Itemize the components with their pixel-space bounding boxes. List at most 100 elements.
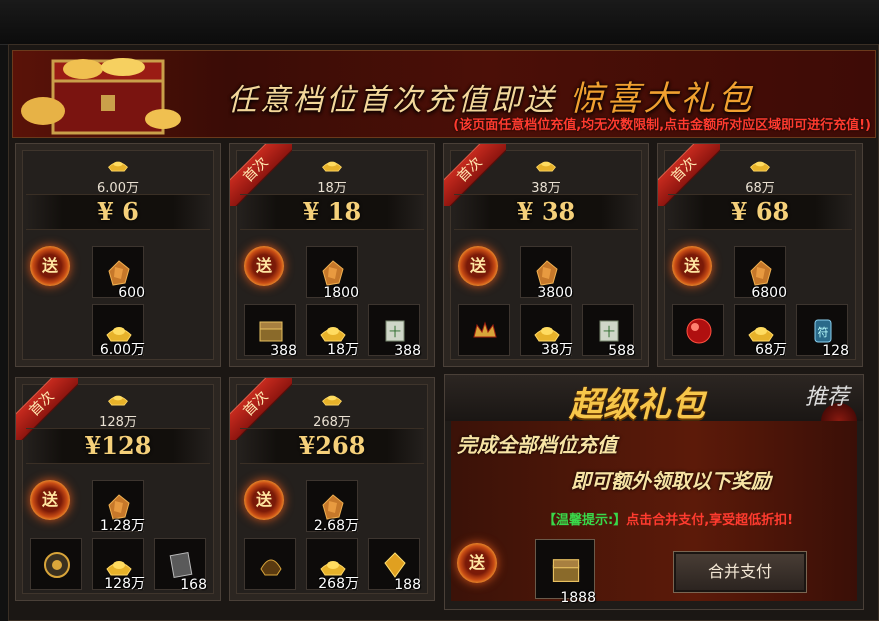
reward-count: 18万 bbox=[327, 342, 359, 358]
tip-text: 点击合并支付,享受超低折扣! bbox=[626, 513, 794, 528]
recharge-tier-card[interactable]: 首次 128万 ¥128 送 1.28万 128万 168 bbox=[15, 377, 221, 601]
reward-slot[interactable]: 3800 bbox=[520, 246, 573, 301]
reward-slot[interactable]: 2.68万 bbox=[306, 480, 359, 534]
reward-count: 68万 bbox=[755, 342, 787, 358]
reward-slot[interactable]: 1800 bbox=[306, 246, 359, 301]
reward-slot[interactable]: 68万 bbox=[734, 304, 787, 358]
svg-text:符: 符 bbox=[818, 326, 829, 339]
price-band[interactable]: ¥ 18 bbox=[240, 194, 424, 230]
price-band[interactable]: ¥ 68 bbox=[668, 194, 852, 230]
top-bar bbox=[0, 0, 879, 45]
scroll-icon: 十 bbox=[599, 320, 619, 342]
ore-icon bbox=[536, 260, 558, 286]
ingot-icon-wrap bbox=[444, 156, 648, 176]
reward-slot[interactable]: 6800 bbox=[734, 246, 787, 301]
reward-slot[interactable] bbox=[244, 538, 296, 590]
reward-slot[interactable]: 388 bbox=[244, 304, 297, 359]
reward-count: 3800 bbox=[537, 285, 573, 301]
price-label: ¥128 bbox=[84, 431, 152, 460]
recharge-tier-card[interactable]: 首次 68万 ¥ 68 送 6800 68万 符 128 bbox=[657, 143, 863, 367]
reward-slot[interactable]: 268万 bbox=[306, 538, 359, 592]
super-pack-line2: 即可额外领取以下奖励 bbox=[571, 469, 771, 493]
super-pack-title: 超级礼包 bbox=[569, 385, 705, 425]
super-reward-slot[interactable]: 1888 bbox=[535, 539, 596, 606]
reward-count: 188 bbox=[394, 577, 421, 593]
banner-title-highlight: 惊喜大礼包 bbox=[569, 79, 755, 119]
banner-note: (该页面任意档位充值,均无次数限制,点击金额所对应区域即可进行充值!) bbox=[453, 118, 871, 133]
gold-ingot-icon bbox=[322, 395, 342, 406]
reward-slot[interactable]: 6.00万 bbox=[92, 304, 145, 358]
price-label: ¥ 18 bbox=[302, 197, 362, 226]
price-label: ¥ 6 bbox=[97, 197, 139, 226]
price-label: ¥268 bbox=[298, 431, 366, 460]
reward-slot[interactable]: 168 bbox=[154, 538, 207, 593]
reward-count: 6.00万 bbox=[99, 342, 145, 358]
reward-count: 38万 bbox=[541, 342, 573, 358]
reward-slot[interactable]: 1.28万 bbox=[92, 480, 145, 534]
send-badge-icon: 送 bbox=[457, 543, 497, 583]
price-band[interactable]: ¥268 bbox=[240, 428, 424, 464]
reward-slot[interactable]: 188 bbox=[368, 538, 421, 593]
scroll-icon: 十 bbox=[385, 320, 405, 342]
reward-slot[interactable]: 十 588 bbox=[582, 304, 635, 359]
blue-rune-icon: 符 bbox=[814, 319, 832, 343]
treasure-chest-icon bbox=[259, 321, 283, 342]
price-label: ¥ 38 bbox=[516, 197, 576, 226]
reward-count: 2.68万 bbox=[313, 518, 359, 534]
merge-pay-button[interactable]: 合并支付 bbox=[673, 551, 807, 593]
super-reward-count: 1888 bbox=[560, 590, 596, 606]
red-orb-icon bbox=[686, 318, 712, 344]
reward-slot[interactable]: 600 bbox=[92, 246, 145, 301]
reward-slot[interactable]: 128万 bbox=[92, 538, 145, 592]
ingot-icon-wrap bbox=[230, 390, 434, 410]
recharge-tier-card[interactable]: 首次 18万 ¥ 18 送 1800 388 18万 十 388 bbox=[229, 143, 435, 367]
crystal-icon bbox=[384, 552, 406, 578]
ore-icon bbox=[750, 260, 772, 286]
reward-count: 600 bbox=[118, 285, 145, 301]
gold-ingot-icon bbox=[322, 161, 342, 172]
super-pack-header: 超级礼包 推荐 bbox=[445, 375, 863, 439]
recharge-tier-card[interactable]: 6.00万 ¥ 6送 600 6.00万 bbox=[15, 143, 221, 367]
ingot-icon-wrap bbox=[230, 156, 434, 176]
crown-icon bbox=[473, 321, 497, 338]
price-band[interactable]: ¥128 bbox=[26, 428, 210, 464]
first-recharge-banner: 任意档位首次充值即送 惊喜大礼包 (该页面任意档位充值,均无次数限制,点击金额所… bbox=[12, 50, 876, 138]
svg-text:十: 十 bbox=[603, 325, 615, 339]
reward-count: 168 bbox=[180, 577, 207, 593]
reward-count: 128 bbox=[822, 343, 849, 359]
recharge-tier-card[interactable]: 首次 38万 ¥ 38 送 3800 38万 十 588 bbox=[443, 143, 649, 367]
reward-count: 268万 bbox=[318, 576, 359, 592]
send-badge-icon: 送 bbox=[30, 480, 70, 520]
reward-count: 6800 bbox=[751, 285, 787, 301]
helmet-icon bbox=[260, 559, 282, 576]
recharge-tier-card[interactable]: 首次 268万 ¥268 送 2.68万 268万 188 bbox=[229, 377, 435, 601]
tip-label: 【温馨提示:】 bbox=[543, 513, 627, 528]
ore-icon bbox=[322, 260, 344, 286]
send-badge-icon: 送 bbox=[244, 480, 284, 520]
svg-text:十: 十 bbox=[389, 325, 401, 339]
price-band[interactable]: ¥ 6 bbox=[26, 194, 210, 230]
reward-count: 388 bbox=[270, 343, 297, 359]
reward-slot[interactable] bbox=[458, 304, 510, 356]
super-pack-line1: 完成全部档位充值 bbox=[457, 433, 617, 457]
banner-title: 任意档位首次充值即送 惊喜大礼包 bbox=[227, 71, 755, 120]
reward-count: 1.28万 bbox=[99, 518, 145, 534]
warm-tip: 【温馨提示:】点击合并支付,享受超低折扣! bbox=[543, 509, 793, 528]
reward-slot[interactable]: 十 388 bbox=[368, 304, 421, 359]
ingot-icon-wrap bbox=[658, 156, 862, 176]
gold-ingot-icon bbox=[108, 395, 128, 406]
banner-title-main: 任意档位首次充值即送 bbox=[227, 83, 557, 118]
reward-count: 588 bbox=[608, 343, 635, 359]
price-band[interactable]: ¥ 38 bbox=[454, 194, 638, 230]
gold-ingot-icon bbox=[750, 161, 770, 172]
send-badge-icon: 送 bbox=[30, 246, 70, 286]
reward-slot[interactable] bbox=[30, 538, 82, 590]
price-label: ¥ 68 bbox=[730, 197, 790, 226]
wheel-icon bbox=[44, 552, 70, 578]
reward-slot[interactable]: 符 128 bbox=[796, 304, 849, 359]
reward-slot[interactable]: 38万 bbox=[520, 304, 573, 358]
reward-slot[interactable] bbox=[672, 304, 724, 356]
book-icon bbox=[169, 552, 193, 578]
reward-count: 1800 bbox=[323, 285, 359, 301]
reward-slot[interactable]: 18万 bbox=[306, 304, 359, 358]
